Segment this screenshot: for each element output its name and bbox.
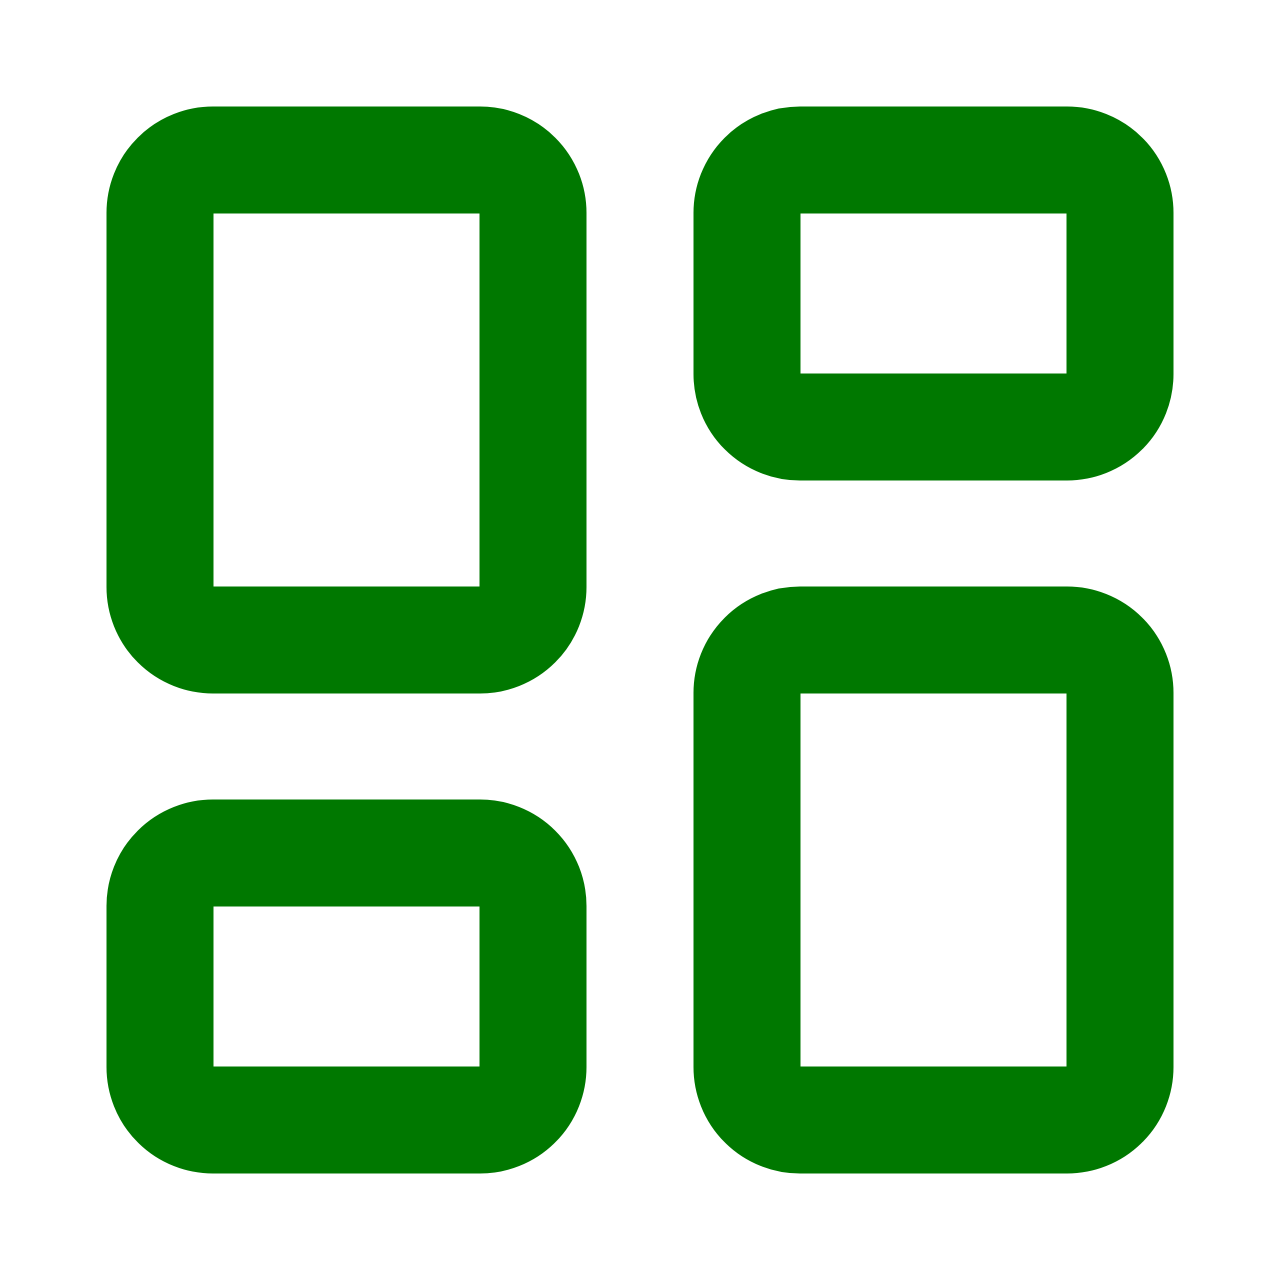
top-right-panel (693, 106, 1174, 481)
bottom-left-panel (106, 799, 587, 1174)
top-left-panel (106, 106, 587, 694)
dashboard-layout-icon (0, 0, 1280, 1280)
dashboard-layout-icon-svg (106, 106, 1174, 1174)
bottom-right-panel (693, 586, 1174, 1174)
